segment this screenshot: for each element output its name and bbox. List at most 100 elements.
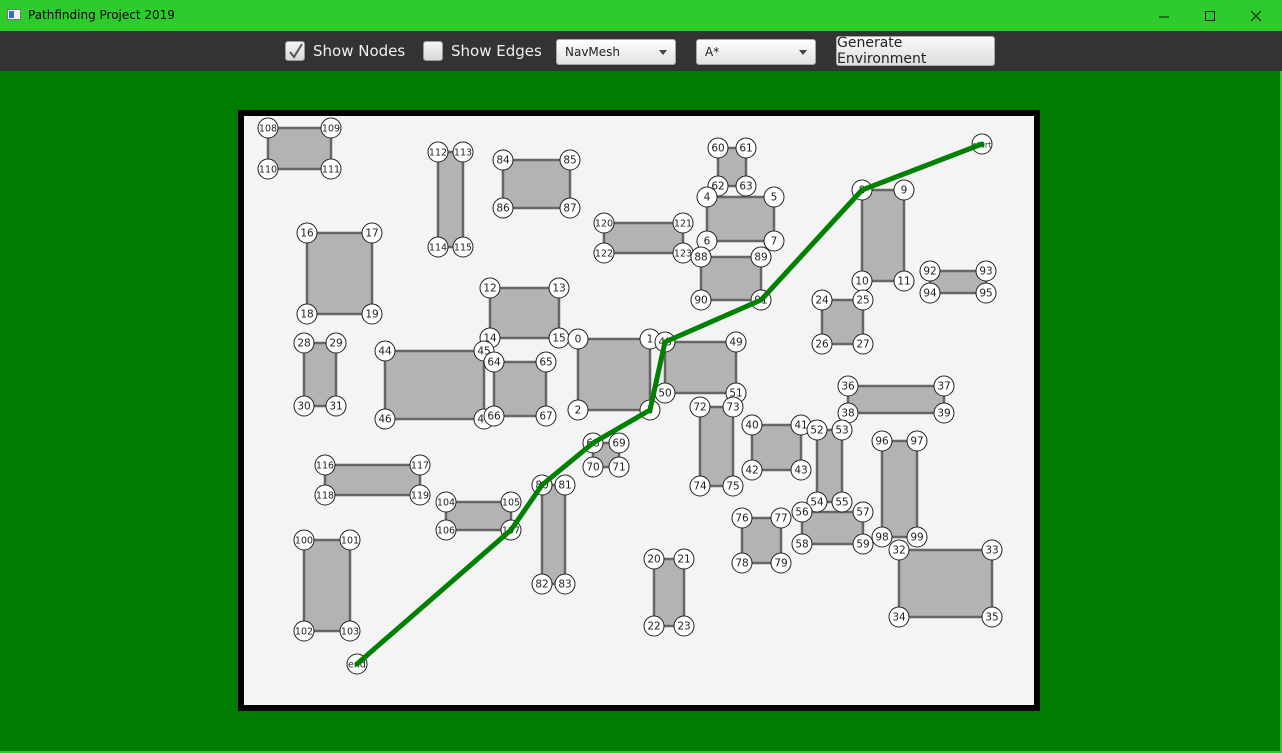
graph-node[interactable]: 66 <box>483 405 505 427</box>
graph-node[interactable]: 106 <box>435 519 457 541</box>
graph-node[interactable]: 26 <box>811 333 833 355</box>
graph-node[interactable]: 52 <box>806 419 828 441</box>
graph-node[interactable]: 83 <box>554 573 576 595</box>
graph-node[interactable]: 99 <box>906 526 928 548</box>
graph-node[interactable]: 4 <box>696 186 718 208</box>
graph-node[interactable]: 123 <box>672 242 694 264</box>
graph-node[interactable]: 40 <box>741 414 763 436</box>
graph-node[interactable]: 89 <box>750 246 772 268</box>
graph-node[interactable]: 49 <box>725 331 747 353</box>
graph-node[interactable]: 50 <box>654 382 676 404</box>
graph-node[interactable]: 74 <box>689 475 711 497</box>
graph-node[interactable]: 63 <box>735 175 757 197</box>
graph-node[interactable]: 119 <box>409 484 431 506</box>
graph-node[interactable]: 42 <box>741 459 763 481</box>
graph-node[interactable]: 67 <box>535 405 557 427</box>
graph-node[interactable]: 73 <box>722 396 744 418</box>
graph-node[interactable]: 78 <box>731 552 753 574</box>
graph-node[interactable]: 7 <box>763 230 785 252</box>
graph-node[interactable]: 43 <box>790 459 812 481</box>
graph-node[interactable]: 86 <box>492 197 514 219</box>
graph-node[interactable]: 56 <box>791 501 813 523</box>
graph-node[interactable]: 11 <box>893 270 915 292</box>
graph-node[interactable]: 115 <box>452 236 474 258</box>
graph-node[interactable]: 33 <box>981 539 1003 561</box>
graph-node[interactable]: 94 <box>919 282 941 304</box>
graph-node[interactable]: 0 <box>567 328 589 350</box>
graph-node[interactable]: 55 <box>831 491 853 513</box>
graph-node[interactable]: 113 <box>452 141 474 163</box>
graph-node[interactable]: 79 <box>770 552 792 574</box>
graph-node[interactable]: 59 <box>852 533 874 555</box>
graph-node[interactable]: 109 <box>320 117 342 139</box>
graph-node[interactable]: 23 <box>673 615 695 637</box>
graph-node[interactable]: 105 <box>500 491 522 513</box>
graph-node[interactable]: 121 <box>672 212 694 234</box>
graph-node[interactable]: 30 <box>293 395 315 417</box>
graph-node[interactable]: 75 <box>722 475 744 497</box>
graph-node[interactable]: 35 <box>981 606 1003 628</box>
graph-node[interactable]: 114 <box>427 236 449 258</box>
graph-node[interactable]: 58 <box>791 533 813 555</box>
graph-node[interactable]: 46 <box>374 408 396 430</box>
graph-node[interactable]: 97 <box>906 430 928 452</box>
graph-node[interactable]: 10 <box>851 270 873 292</box>
graph-node[interactable]: 12 <box>479 277 501 299</box>
graph-node[interactable]: 120 <box>593 212 615 234</box>
graph-node[interactable]: 88 <box>690 246 712 268</box>
graph-node[interactable]: 92 <box>919 260 941 282</box>
graph-node[interactable]: 37 <box>933 375 955 397</box>
graph-node[interactable]: 87 <box>559 197 581 219</box>
graph-node[interactable]: 101 <box>339 529 361 551</box>
graph-node[interactable]: 117 <box>409 454 431 476</box>
graph-node[interactable]: 65 <box>535 351 557 373</box>
graph-node[interactable]: 21 <box>673 548 695 570</box>
graph-node[interactable]: 96 <box>871 430 893 452</box>
graph-node[interactable]: 28 <box>293 332 315 354</box>
graph-node[interactable]: 77 <box>770 507 792 529</box>
graph-node[interactable]: 72 <box>689 396 711 418</box>
graph-node[interactable]: 90 <box>690 289 712 311</box>
graph-node[interactable]: 2 <box>567 399 589 421</box>
graph-node[interactable]: 76 <box>731 507 753 529</box>
graph-node[interactable]: 118 <box>314 484 336 506</box>
graph-node[interactable]: 81 <box>554 474 576 496</box>
graph-node[interactable]: 60 <box>707 137 729 159</box>
graph-node[interactable]: 9 <box>893 179 915 201</box>
graph-node[interactable]: 104 <box>435 491 457 513</box>
graph-node[interactable]: 84 <box>492 149 514 171</box>
graph-node[interactable]: 69 <box>608 432 630 454</box>
graph-node[interactable]: 53 <box>831 419 853 441</box>
graph-node[interactable]: 34 <box>888 606 910 628</box>
graph-node[interactable]: 103 <box>339 620 361 642</box>
graph-node[interactable]: 102 <box>293 620 315 642</box>
graph-node[interactable]: 110 <box>257 158 279 180</box>
graph-node[interactable]: 61 <box>735 137 757 159</box>
graph-node[interactable]: 100 <box>293 529 315 551</box>
graph-node[interactable]: 15 <box>548 327 570 349</box>
graph-node[interactable]: 122 <box>593 242 615 264</box>
graph-node[interactable]: 64 <box>483 351 505 373</box>
graph-node[interactable]: 57 <box>852 501 874 523</box>
graph-node[interactable]: 18 <box>296 303 318 325</box>
graph-node[interactable]: 24 <box>811 289 833 311</box>
graph-node[interactable]: 17 <box>361 222 383 244</box>
graph-node[interactable]: 71 <box>608 456 630 478</box>
graph-node[interactable]: 27 <box>852 333 874 355</box>
graph-node[interactable]: 85 <box>559 149 581 171</box>
graph-node[interactable]: 111 <box>320 158 342 180</box>
graph-node[interactable]: 29 <box>325 332 347 354</box>
graph-node[interactable]: 95 <box>975 282 997 304</box>
graph-node[interactable]: 19 <box>361 303 383 325</box>
graph-node[interactable]: 116 <box>314 454 336 476</box>
graph-node[interactable]: 70 <box>582 456 604 478</box>
graph-node[interactable]: 13 <box>548 277 570 299</box>
graph-node[interactable]: 93 <box>975 260 997 282</box>
graph-node[interactable]: 22 <box>643 615 665 637</box>
graph-node[interactable]: 98 <box>871 526 893 548</box>
graph-node[interactable]: 82 <box>531 573 553 595</box>
graph-node[interactable]: 25 <box>852 289 874 311</box>
graph-node[interactable]: 36 <box>837 375 859 397</box>
graph-node[interactable]: 5 <box>763 186 785 208</box>
graph-node[interactable]: 39 <box>933 402 955 424</box>
